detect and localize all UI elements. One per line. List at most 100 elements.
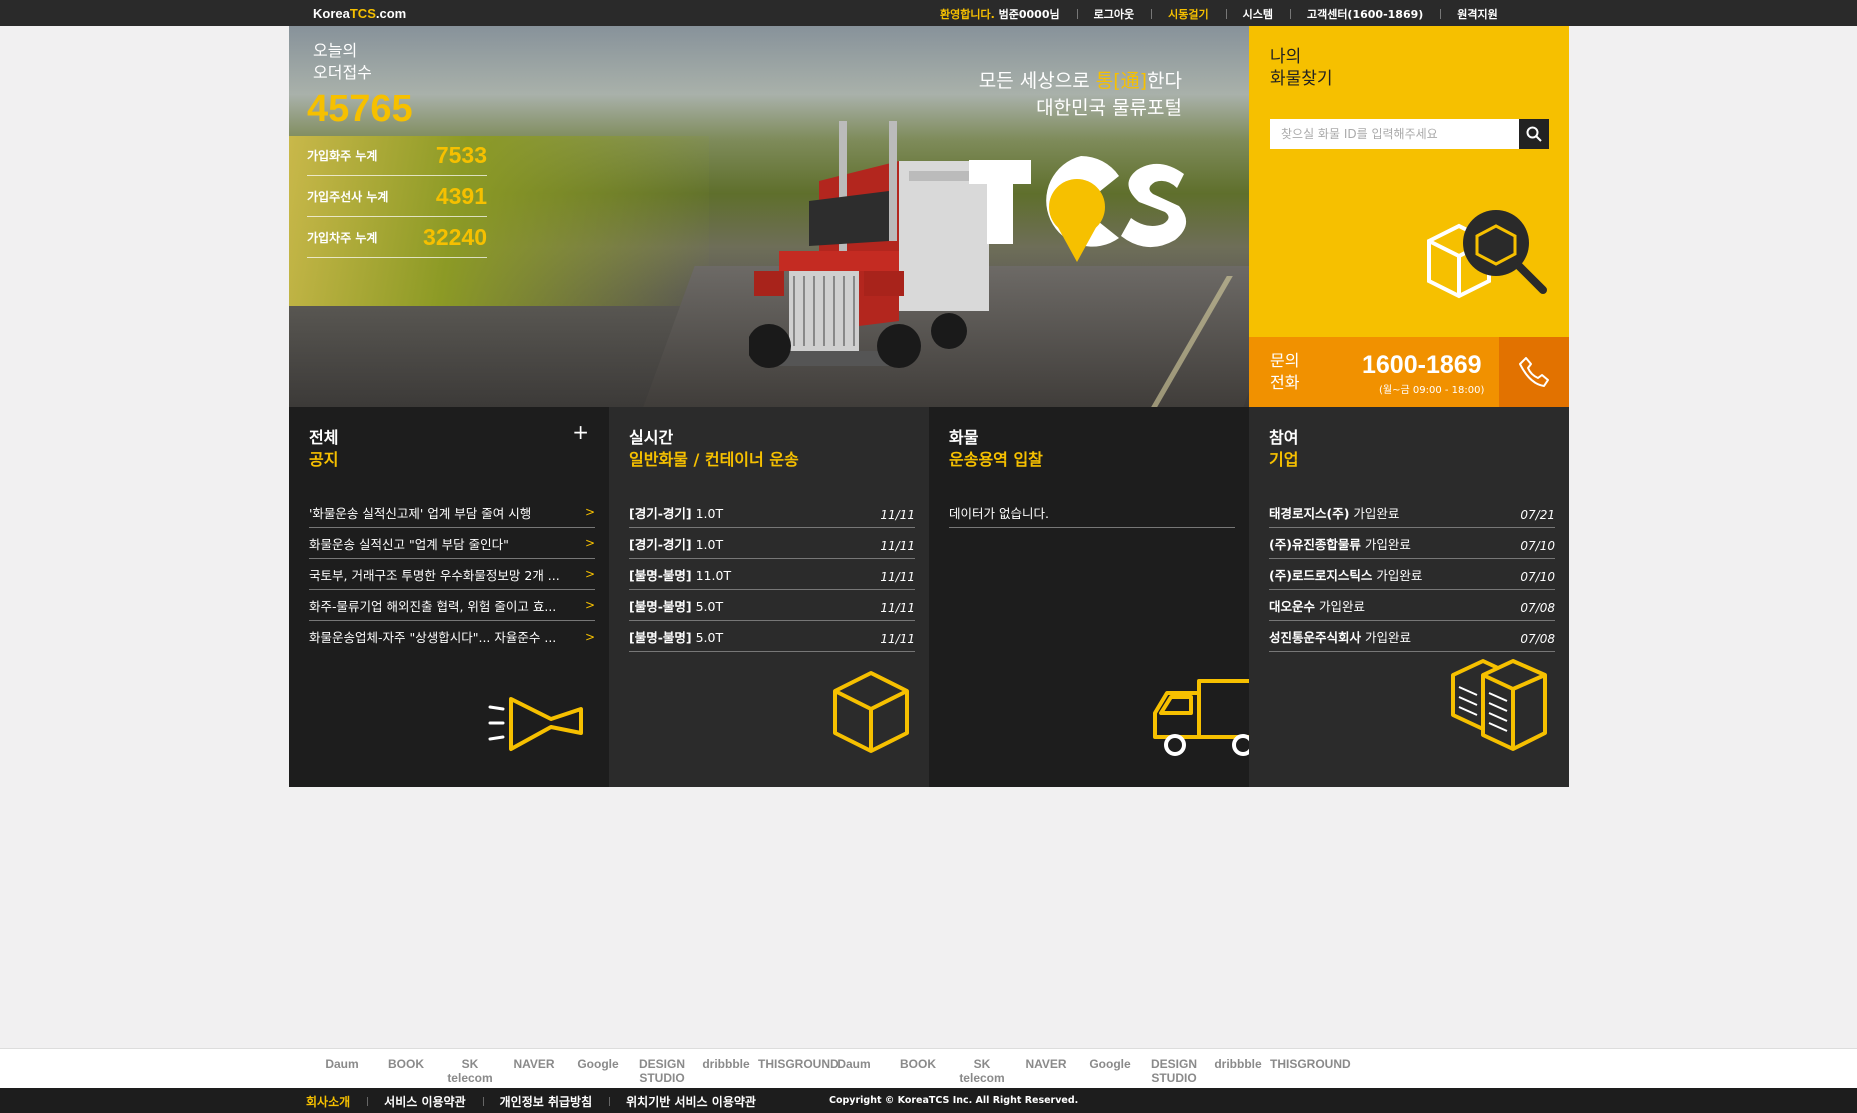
nav-remote-support[interactable]: 원격지원 (1440, 6, 1514, 22)
stat-label: 가입차주 누계 (307, 230, 378, 245)
join-title-2: 기업 (1269, 450, 1299, 469)
join-status: 가입완료 (1364, 536, 1411, 552)
company-name: (주)유진종합물류 (1269, 536, 1361, 552)
notice-item[interactable]: 화물운송 실적신고 "업계 부담 줄인다" > (309, 528, 595, 559)
join-item[interactable]: (주)로드로지스틱스 가입완료 07/10 (1269, 559, 1555, 590)
hero-slogan: 모든 세상으로 통[通]한다 대한민국 물류포털 (979, 68, 1182, 122)
join-item[interactable]: (주)유진종합물류 가입완료 07/10 (1269, 528, 1555, 559)
nav-customer-center[interactable]: 고객센터(1600-1869) (1289, 6, 1440, 22)
tonnage: 5.0T (695, 598, 724, 614)
route: [불명-불명] (629, 598, 692, 614)
brand-logo[interactable]: DESIGN STUDIO (630, 1057, 694, 1085)
notice-text: 국토부, 거래구조 투명한 우수화물정보망 2개 ... (309, 567, 560, 583)
building-icon (1451, 659, 1547, 751)
brand-logo[interactable]: SK telecom (438, 1057, 502, 1085)
hero-banner: 오늘의 오더접수 45765 가입화주 누계 7533 가입주선사 누계 4391 … (289, 26, 1249, 407)
notice-item[interactable]: 국토부, 거래구조 투명한 우수화물정보망 2개 ... > (309, 559, 595, 590)
realtime-item[interactable]: [경기-경기] 1.0T 11/11 (629, 497, 915, 528)
footer-link-privacy[interactable]: 개인정보 취급방침 (482, 1093, 610, 1110)
brand-logo[interactable]: THISGROUND (758, 1057, 839, 1085)
site-logo[interactable]: KoreaTCS.com (313, 6, 406, 21)
tonnage: 1.0T (695, 505, 724, 521)
notice-item[interactable]: '화물운송 실적신고제' 업계 부담 줄여 시행 > (309, 497, 595, 528)
brand-logo[interactable]: Daum (310, 1057, 374, 1085)
nav-start[interactable]: 시동걸기 (1151, 6, 1225, 22)
date: 11/11 (880, 508, 915, 522)
cargo-search-panel: 나의 화물찾기 문의 전화 1600-1869 (월~금 09:00 - 18 (1249, 26, 1569, 407)
notice-more-button[interactable]: + (572, 420, 589, 444)
realtime-item[interactable]: [불명-불명] 5.0T 11/11 (629, 621, 915, 652)
brand-logo[interactable]: BOOK (886, 1057, 950, 1085)
realtime-item[interactable]: [불명-불명] 5.0T 11/11 (629, 590, 915, 621)
company-name: 대오운수 (1269, 598, 1316, 614)
realtime-item[interactable]: [경기-경기] 1.0T 11/11 (629, 528, 915, 559)
slogan-accent: 통[通] (1095, 70, 1148, 92)
phone-label-1: 문의 (1270, 351, 1300, 370)
route: [경기-경기] (629, 536, 692, 552)
date: 07/21 (1520, 508, 1555, 522)
cargo-id-input[interactable] (1270, 119, 1519, 149)
brand-logo[interactable]: Daum (822, 1057, 886, 1085)
brand-logo[interactable]: SK telecom (950, 1057, 1014, 1085)
company-name: (주)로드로지스틱스 (1269, 567, 1373, 583)
bid-title-1: 화물 (949, 428, 979, 447)
chevron-right-icon: > (584, 598, 595, 612)
nav-system[interactable]: 시스템 (1225, 6, 1290, 22)
brand-logo[interactable]: THISGROUND (1270, 1057, 1351, 1085)
tcs-logo (969, 155, 1187, 262)
notice-title-2: 공지 (309, 450, 339, 469)
brand-logo[interactable]: dribbble (1206, 1057, 1270, 1085)
join-status: 가입완료 (1353, 505, 1400, 521)
date: 07/08 (1520, 632, 1555, 646)
brand-logo[interactable]: BOOK (374, 1057, 438, 1085)
notice-text: '화물운송 실적신고제' 업계 부담 줄여 시행 (309, 505, 532, 521)
cargo-search-title-1: 나의 (1270, 47, 1302, 67)
brand-logo[interactable]: Google (1078, 1057, 1142, 1085)
bid-title-2: 운송용역 입찰 (949, 450, 1043, 469)
stat-value: 32240 (423, 223, 487, 250)
realtime-panel: 실시간 일반화물 / 컨테이너 운송 [경기-경기] 1.0T 11/11 [경기… (609, 407, 929, 787)
copyright: Copyright © KoreaTCS Inc. All Right Rese… (829, 1095, 1079, 1106)
brand-logo[interactable]: NAVER (1014, 1057, 1078, 1085)
notice-list: '화물운송 실적신고제' 업계 부담 줄여 시행 > 화물운송 실적신고 "업계 … (309, 497, 595, 652)
stat-label: 가입주선사 누계 (307, 189, 389, 204)
stat-row-shipper: 가입화주 누계 7533 (307, 135, 487, 176)
notice-item[interactable]: 화주-물류기업 해외진출 협력, 위험 줄이고 효... > (309, 590, 595, 621)
footer-link-about[interactable]: 회사소개 (306, 1093, 367, 1110)
date: 11/11 (880, 570, 915, 584)
truck-icon (1153, 679, 1249, 756)
tonnage: 11.0T (695, 567, 732, 583)
brand-logo[interactable]: Google (566, 1057, 630, 1085)
brand-logo[interactable]: DESIGN STUDIO (1142, 1057, 1206, 1085)
join-item[interactable]: 태경로지스(주) 가입완료 07/21 (1269, 497, 1555, 528)
date: 07/10 (1520, 539, 1555, 553)
footer-link-location-terms[interactable]: 위치기반 서비스 이용약관 (609, 1093, 773, 1110)
logo-accent: TCS (349, 6, 376, 21)
brand-logo[interactable]: NAVER (502, 1057, 566, 1085)
order-title-2: 오더접수 (313, 63, 372, 82)
nav-logout[interactable]: 로그아웃 (1076, 6, 1151, 22)
realtime-list: [경기-경기] 1.0T 11/11 [경기-경기] 1.0T 11/11 [불명-… (629, 497, 915, 652)
phone-number: 1600-1869 (1362, 351, 1482, 379)
route: [불명-불명] (629, 629, 692, 645)
phone-icon (1519, 357, 1549, 387)
join-item[interactable]: 성진통운주식회사 가입완료 07/08 (1269, 621, 1555, 652)
join-title-1: 참여 (1269, 428, 1299, 447)
notice-text: 화주-물류기업 해외진출 협력, 위험 줄이고 효... (309, 598, 557, 614)
realtime-item[interactable]: [불명-불명] 11.0T 11/11 (629, 559, 915, 590)
logo-suffix: .com (375, 6, 407, 21)
search-button[interactable] (1519, 119, 1549, 149)
join-list: 태경로지스(주) 가입완료 07/21 (주)유진종합물류 가입완료 07/10 (… (1269, 497, 1555, 652)
call-button[interactable] (1499, 337, 1569, 407)
contact-phone: 문의 전화 1600-1869 (월~금 09:00 - 18:00) (1249, 337, 1569, 407)
footer-link-terms[interactable]: 서비스 이용약관 (367, 1093, 482, 1110)
brand-row: Daum BOOK SK telecom NAVER Google DESIGN STUD… (310, 1057, 1351, 1085)
slogan-line2: 대한민국 물류포털 (1036, 97, 1182, 119)
megaphone-icon (488, 697, 583, 751)
notice-text: 화물운송업체-자주 "상생합시다"... 자율준수 ... (309, 630, 557, 645)
order-count: 45765 (307, 88, 413, 130)
join-item[interactable]: 대오운수 가입완료 07/08 (1269, 590, 1555, 621)
brand-logo[interactable]: dribbble (694, 1057, 758, 1085)
chevron-right-icon: > (584, 629, 595, 644)
notice-item[interactable]: 화물운송업체-자주 "상생합시다"... 자율준수 ... > (309, 621, 595, 652)
